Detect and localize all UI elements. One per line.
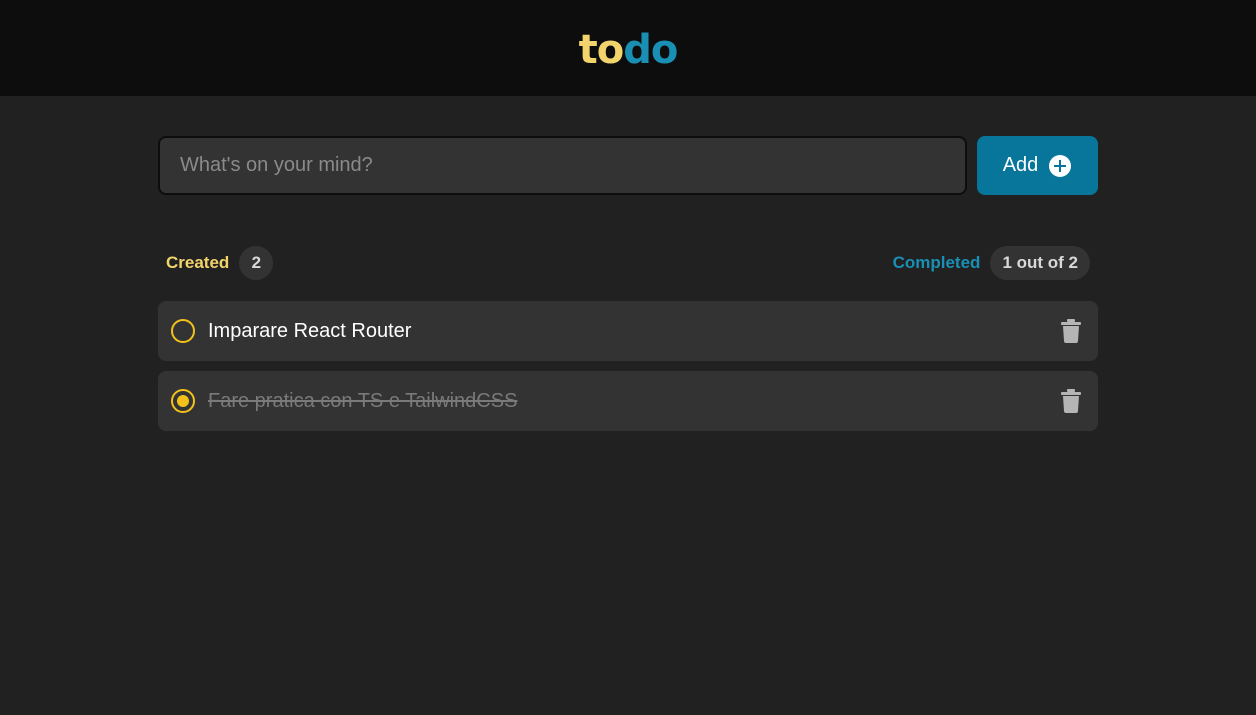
app-logo: todo [578,26,679,73]
logo-part-to: to [578,27,625,73]
logo-part-do: do [623,27,678,73]
task-text: Imparare React Router [208,319,412,342]
task-stats: Created 2 Completed 1 out of 2 [158,245,1098,281]
task-item: Imparare React Router [158,301,1098,361]
trash-icon[interactable] [1058,318,1084,344]
add-button[interactable]: Add [977,136,1098,195]
plus-circle-icon [1048,154,1072,178]
task-item: Fare pratica con TS e TailwindCSS [158,371,1098,431]
main-content: Add Created 2 Completed 1 out of 2 Impar… [158,96,1098,431]
completed-label: Completed [892,253,981,272]
completed-count-badge: 1 out of 2 [990,246,1090,280]
task-checkbox[interactable] [171,319,195,343]
add-task-form: Add [158,136,1098,195]
add-button-label: Add [1002,154,1039,176]
task-checkbox-checked[interactable] [171,389,195,413]
task-list: Imparare React Router Fare pratica con T… [158,301,1098,431]
app-header: todo [0,0,1256,96]
created-count-badge: 2 [239,246,274,280]
created-label: Created [166,253,230,272]
new-task-input[interactable] [158,136,967,195]
checked-dot [177,395,189,407]
completed-stat: Completed 1 out of 2 [893,246,1090,280]
trash-icon[interactable] [1058,388,1084,414]
task-text: Fare pratica con TS e TailwindCSS [208,389,518,412]
created-stat: Created 2 [166,246,274,280]
